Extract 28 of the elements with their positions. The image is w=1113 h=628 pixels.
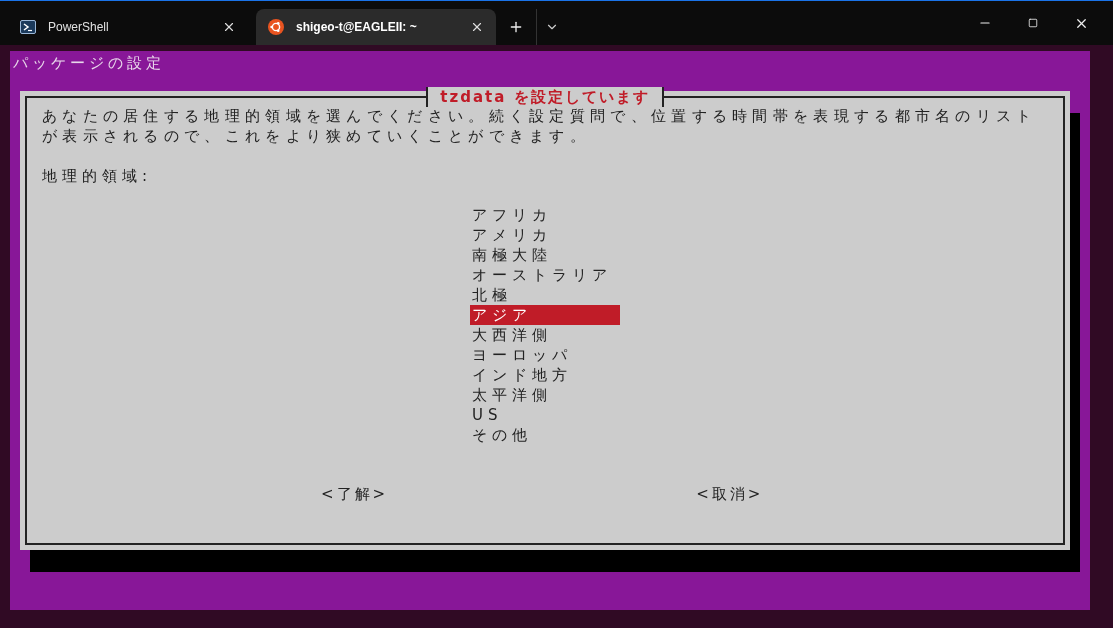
terminal-icon — [20, 20, 36, 34]
dialog-button[interactable]: <取消> — [696, 484, 764, 504]
terminal-tab[interactable]: PowerShell — [8, 9, 248, 45]
dialog-button[interactable]: <了解> — [321, 484, 389, 504]
terminal-tab[interactable]: shigeo-t@EAGLEII: ~ — [256, 9, 496, 45]
ubuntu-icon — [268, 19, 284, 35]
list-item[interactable]: インド地方 — [470, 365, 620, 385]
list-item[interactable]: アフリカ — [470, 205, 620, 225]
new-tab-icon[interactable] — [508, 19, 524, 35]
list-item[interactable]: アジア — [470, 305, 620, 325]
list-item[interactable]: アメリカ — [470, 225, 620, 245]
list-item[interactable]: US — [470, 405, 620, 425]
close-icon[interactable] — [222, 20, 236, 34]
tab-title: PowerShell — [48, 19, 110, 36]
list-item[interactable]: 大西洋側 — [470, 325, 620, 345]
list-item[interactable]: 南極大陸 — [470, 245, 620, 265]
list-item[interactable]: 太平洋側 — [470, 385, 620, 405]
list-item[interactable]: その他 — [470, 425, 620, 445]
list-item[interactable]: オーストラリア — [470, 265, 620, 285]
close-icon[interactable] — [470, 20, 484, 34]
backtitle: パッケージの設定 — [12, 53, 166, 74]
description-text: あなたの居住する地理的領域を選んでください。続く設定質問で、位置する時間帯を表現する都市名のリストが表示されるので、これをより狭めていくことができます。 — [41, 106, 1038, 146]
dialog-title: tzdata を設定しています — [426, 87, 664, 107]
maximize-icon[interactable] — [1028, 18, 1038, 28]
field-label: 地理的領域: — [41, 166, 154, 186]
list-item[interactable]: 北極 — [470, 285, 620, 305]
tab-title: shigeo-t@EAGLEII: ~ — [296, 19, 418, 36]
list-item[interactable]: ヨーロッパ — [470, 345, 620, 365]
